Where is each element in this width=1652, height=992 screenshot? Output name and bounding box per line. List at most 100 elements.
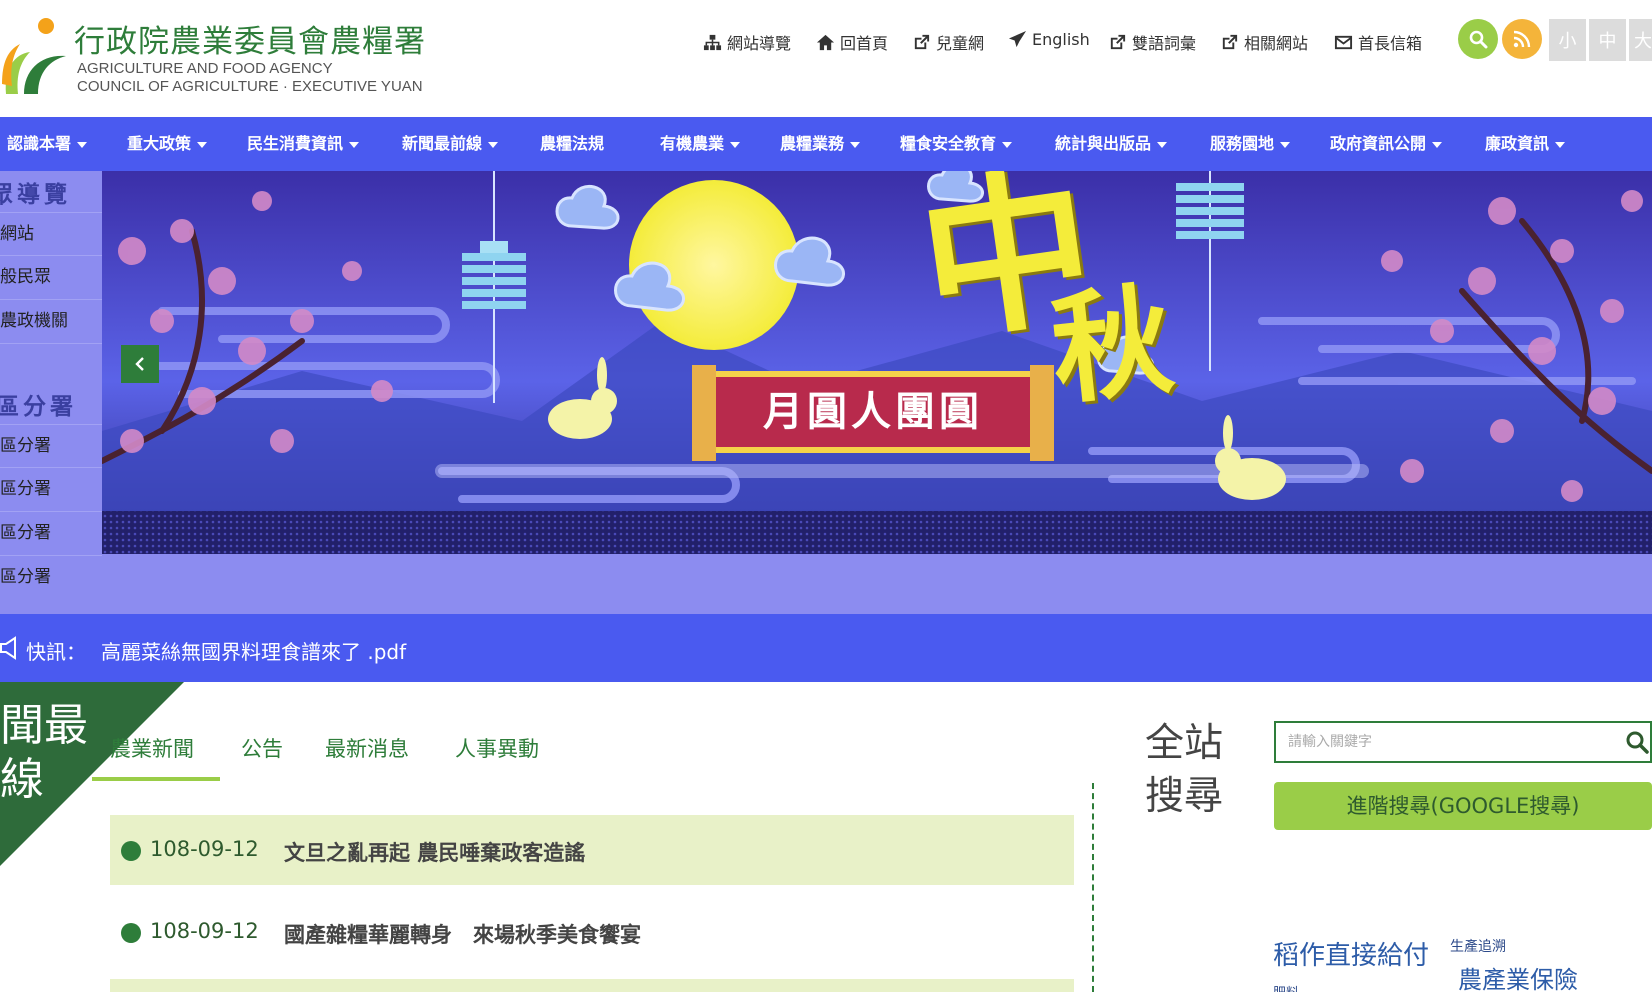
util-link-sitemap[interactable]: 網站導覽: [703, 30, 791, 54]
rss-button[interactable]: [1502, 19, 1542, 59]
tag-link[interactable]: 農產業保險: [1458, 960, 1578, 992]
nav-item-statistics[interactable]: 統計與出版品: [1055, 117, 1168, 171]
rss-icon: [1513, 30, 1531, 48]
tab-personnel-changes[interactable]: 人事異動: [455, 733, 539, 763]
sidebar-item-branch[interactable]: 區分署: [0, 468, 102, 512]
nav-item-services[interactable]: 服務園地: [1210, 117, 1291, 171]
news-item[interactable]: 108-09-12 文旦之亂再起 農民唾棄政客造謠: [110, 815, 1074, 885]
news-item[interactable]: 108-09-12 國產雜糧華麗轉身 來場秋季美食饗宴: [110, 897, 1074, 967]
util-link-english[interactable]: English: [1008, 30, 1090, 49]
chevron-left-icon: [135, 357, 144, 371]
banner-slogan: 月圓人團圓: [763, 389, 983, 435]
flash-label: 快訊：: [26, 640, 86, 664]
caret-down-icon: [349, 141, 360, 148]
nav-item-major-policies[interactable]: 重大政策: [127, 117, 208, 171]
nav-item-business[interactable]: 農糧業務: [780, 117, 861, 171]
caret-down-icon: [730, 141, 741, 148]
header-search-button[interactable]: [1458, 19, 1498, 59]
agency-name-zh[interactable]: 行政院農業委員會農糧署: [74, 16, 426, 61]
site-search-box: [1274, 721, 1652, 763]
caret-down-icon: [1157, 141, 1168, 148]
main-nav: 認識本署 重大政策 民生消費資訊 新聞最前線 農糧法規 有機農業 農糧業務 糧食…: [0, 117, 1652, 171]
util-link-related-sites[interactable]: 相關網站: [1220, 30, 1308, 54]
tag-link[interactable]: 生產追溯: [1450, 936, 1506, 956]
mid-autumn-banner-image: [102, 171, 1652, 554]
util-link-label: 網站導覽: [727, 34, 792, 53]
caret-down-icon: [850, 141, 861, 148]
bullet-dot-icon: [121, 923, 141, 943]
sidebar-item-site[interactable]: 網站: [0, 212, 102, 256]
news-item[interactable]: [110, 979, 1074, 992]
util-link-bilingual[interactable]: 雙語詞彙: [1108, 30, 1196, 54]
envelope-icon: [1334, 35, 1353, 49]
caret-down-icon: [488, 141, 499, 148]
tab-announcements[interactable]: 公告: [241, 733, 283, 763]
tab-agriculture-news[interactable]: 農業新聞: [110, 733, 194, 763]
font-size-small-button[interactable]: 小: [1549, 19, 1586, 61]
active-tab-indicator: [92, 777, 220, 781]
paper-plane-icon: [1008, 30, 1027, 48]
external-link-icon: [1222, 34, 1238, 49]
util-link-kids[interactable]: 兒童網: [912, 30, 984, 54]
external-link-icon: [914, 34, 930, 49]
nav-item-food-safety-education[interactable]: 糧食安全教育: [900, 117, 1013, 171]
nav-item-organic-agriculture[interactable]: 有機農業: [660, 117, 741, 171]
sidebar-item-branch[interactable]: 區分署: [0, 556, 102, 600]
caret-down-icon: [1432, 141, 1443, 148]
advanced-search-button[interactable]: 進階搜尋(GOOGLE搜尋): [1274, 782, 1652, 830]
megaphone-icon: [0, 636, 16, 660]
site-search-title: 全站: [1145, 721, 1224, 766]
nav-item-integrity[interactable]: 廉政資訊: [1485, 117, 1566, 171]
hero-banner[interactable]: 中 秋 月圓人團圓: [102, 171, 1652, 554]
nav-item-consumer-info[interactable]: 民生消費資訊: [247, 117, 360, 171]
news-section-heading-line2: 線: [0, 754, 44, 805]
util-link-label: 首長信箱: [1358, 34, 1423, 53]
font-size-medium-button[interactable]: 中: [1589, 19, 1626, 61]
news-date: 108-09-12: [150, 837, 259, 861]
nav-item-news-frontline[interactable]: 新聞最前線: [402, 117, 499, 171]
sidebar-item-agencies[interactable]: 農政機關: [0, 300, 102, 344]
caret-down-icon: [77, 141, 88, 148]
news-title: 文旦之亂再起 農民唾棄政客造謠: [284, 841, 586, 865]
search-icon: [1469, 30, 1488, 49]
site-search-input[interactable]: [1288, 723, 1588, 761]
caret-down-icon: [1002, 141, 1013, 148]
audience-sidebar: 眾導覽 網站 般民眾 農政機關 區分署 區分署 區分署 區分署 區分署: [0, 171, 102, 614]
home-icon: [816, 34, 835, 50]
util-link-label: 相關網站: [1244, 34, 1309, 53]
banner-footer-strip: [102, 554, 1652, 614]
agency-name-en: AGRICULTURE AND FOOD AGENCY: [77, 60, 333, 77]
parent-agency-name-en: COUNCIL OF AGRICULTURE · EXECUTIVE YUAN: [77, 78, 423, 95]
site-header: 行政院農業委員會農糧署 AGRICULTURE AND FOOD AGENCY …: [0, 0, 1652, 117]
site-search-title-line2: 搜尋: [1145, 774, 1224, 819]
sidebar-item-branch[interactable]: 區分署: [0, 424, 102, 468]
bullet-dot-icon: [121, 841, 141, 861]
tag-link[interactable]: 肥料: [1273, 982, 1299, 992]
util-link-label: 回首頁: [840, 34, 889, 53]
sidebar-item-public[interactable]: 般民眾: [0, 256, 102, 300]
news-title: 國產雜糧華麗轉身 來場秋季美食饗宴: [284, 923, 641, 947]
search-icon[interactable]: [1625, 730, 1649, 754]
calligraphy-qiu: 秋: [1044, 269, 1179, 422]
util-link-director-mailbox[interactable]: 首長信箱: [1334, 30, 1422, 54]
flash-news-bar: 快訊： 高麗菜絲無國界料理食譜來了 .pdf: [0, 614, 1652, 682]
nav-item-about[interactable]: 認識本署: [7, 117, 88, 171]
sidebar-item-branch[interactable]: 區分署: [0, 512, 102, 556]
nav-item-regulations[interactable]: 農糧法規: [540, 117, 604, 171]
banner-prev-button[interactable]: [121, 345, 159, 383]
caret-down-icon: [1555, 141, 1566, 148]
sidebar-heading-navigation: 眾導覽: [0, 182, 71, 208]
nav-item-gov-info[interactable]: 政府資訊公開: [1330, 117, 1443, 171]
agency-logo-icon[interactable]: [0, 14, 70, 96]
section-divider: [1092, 783, 1094, 992]
tab-latest-news[interactable]: 最新消息: [325, 733, 409, 763]
util-link-label: English: [1032, 30, 1090, 49]
tag-link[interactable]: 稻作直接給付: [1273, 935, 1429, 972]
flash-news-link[interactable]: 高麗菜絲無國界料理食譜來了 .pdf: [101, 636, 406, 665]
sitemap-icon: [703, 34, 722, 50]
util-link-label: 兒童網: [936, 34, 985, 53]
util-link-home[interactable]: 回首頁: [816, 30, 888, 54]
font-size-large-button[interactable]: 大: [1629, 19, 1652, 61]
caret-down-icon: [197, 141, 208, 148]
caret-down-icon: [1280, 141, 1291, 148]
